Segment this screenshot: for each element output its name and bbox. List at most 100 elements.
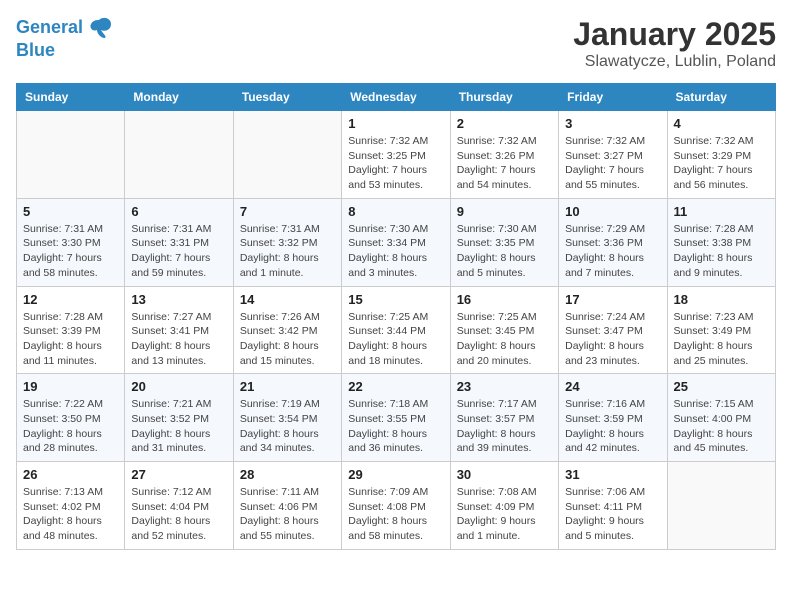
day-info: Sunrise: 7:25 AM Sunset: 3:44 PM Dayligh… (348, 310, 443, 369)
logo: General Blue (16, 16, 113, 62)
calendar-cell: 20 Sunrise: 7:21 AM Sunset: 3:52 PM Dayli… (125, 374, 233, 462)
day-info: Sunrise: 7:26 AM Sunset: 3:42 PM Dayligh… (240, 310, 335, 369)
page-header: General Blue January 2025 Slawatycze, Lu… (16, 16, 776, 71)
day-number: 1 (348, 116, 443, 131)
day-info: Sunrise: 7:31 AM Sunset: 3:31 PM Dayligh… (131, 222, 226, 281)
month-title: January 2025 (573, 16, 776, 53)
day-number: 16 (457, 292, 552, 307)
calendar-cell: 11Sunrise: 7:28 AM Sunset: 3:38 PM Dayli… (667, 198, 775, 286)
calendar-cell: 12Sunrise: 7:28 AM Sunset: 3:39 PM Dayli… (17, 286, 125, 374)
day-info: Sunrise: 7:08 AM Sunset: 4:09 PM Dayligh… (457, 485, 552, 544)
day-info: Sunrise: 7:09 AM Sunset: 4:08 PM Dayligh… (348, 485, 443, 544)
calendar-cell: 18Sunrise: 7:23 AM Sunset: 3:49 PM Dayli… (667, 286, 775, 374)
weekday-header-friday: Friday (559, 84, 667, 111)
day-info: Sunrise: 7:11 AM Sunset: 4:06 PM Dayligh… (240, 485, 335, 544)
calendar-cell: 28 Sunrise: 7:11 AM Sunset: 4:06 PM Dayli… (233, 462, 341, 550)
calendar-cell: 7Sunrise: 7:31 AM Sunset: 3:32 PM Daylig… (233, 198, 341, 286)
weekday-header-saturday: Saturday (667, 84, 775, 111)
day-number: 26 (23, 467, 118, 482)
calendar-cell: 27 Sunrise: 7:12 AM Sunset: 4:04 PM Dayli… (125, 462, 233, 550)
day-info: Sunrise: 7:32 AM Sunset: 3:27 PM Dayligh… (565, 134, 660, 193)
day-number: 20 (131, 379, 226, 394)
calendar-cell: 9 Sunrise: 7:30 AM Sunset: 3:35 PM Daylig… (450, 198, 558, 286)
day-info: Sunrise: 7:29 AM Sunset: 3:36 PM Dayligh… (565, 222, 660, 281)
calendar-cell: 13 Sunrise: 7:27 AM Sunset: 3:41 PM Dayli… (125, 286, 233, 374)
calendar-cell: 17Sunrise: 7:24 AM Sunset: 3:47 PM Dayli… (559, 286, 667, 374)
calendar-cell: 31 Sunrise: 7:06 AM Sunset: 4:11 PM Dayli… (559, 462, 667, 550)
day-number: 19 (23, 379, 118, 394)
day-number: 3 (565, 116, 660, 131)
day-number: 23 (457, 379, 552, 394)
calendar-cell: 5 Sunrise: 7:31 AM Sunset: 3:30 PM Daylig… (17, 198, 125, 286)
calendar-cell: 4 Sunrise: 7:32 AM Sunset: 3:29 PM Daylig… (667, 111, 775, 199)
weekday-header-monday: Monday (125, 84, 233, 111)
calendar-cell: 22 Sunrise: 7:18 AM Sunset: 3:55 PM Dayli… (342, 374, 450, 462)
calendar-cell: 1 Sunrise: 7:32 AM Sunset: 3:25 PM Daylig… (342, 111, 450, 199)
day-info: Sunrise: 7:30 AM Sunset: 3:35 PM Dayligh… (457, 222, 552, 281)
calendar-cell (17, 111, 125, 199)
day-info: Sunrise: 7:13 AM Sunset: 4:02 PM Dayligh… (23, 485, 118, 544)
calendar-table: SundayMondayTuesdayWednesdayThursdayFrid… (16, 83, 776, 550)
weekday-header-tuesday: Tuesday (233, 84, 341, 111)
calendar-cell: 24Sunrise: 7:16 AM Sunset: 3:59 PM Dayli… (559, 374, 667, 462)
calendar-cell: 15 Sunrise: 7:25 AM Sunset: 3:44 PM Dayli… (342, 286, 450, 374)
calendar-week-row: 19Sunrise: 7:22 AM Sunset: 3:50 PM Dayli… (17, 374, 776, 462)
calendar-cell (125, 111, 233, 199)
calendar-cell: 3 Sunrise: 7:32 AM Sunset: 3:27 PM Daylig… (559, 111, 667, 199)
calendar-cell: 10 Sunrise: 7:29 AM Sunset: 3:36 PM Dayli… (559, 198, 667, 286)
calendar-body: 1 Sunrise: 7:32 AM Sunset: 3:25 PM Daylig… (17, 111, 776, 550)
day-number: 31 (565, 467, 660, 482)
calendar-cell (667, 462, 775, 550)
day-info: Sunrise: 7:32 AM Sunset: 3:25 PM Dayligh… (348, 134, 443, 193)
day-number: 10 (565, 204, 660, 219)
calendar-cell: 8 Sunrise: 7:30 AM Sunset: 3:34 PM Daylig… (342, 198, 450, 286)
day-number: 21 (240, 379, 335, 394)
day-info: Sunrise: 7:06 AM Sunset: 4:11 PM Dayligh… (565, 485, 660, 544)
day-number: 27 (131, 467, 226, 482)
day-info: Sunrise: 7:15 AM Sunset: 4:00 PM Dayligh… (674, 397, 769, 456)
weekday-header-wednesday: Wednesday (342, 84, 450, 111)
day-info: Sunrise: 7:28 AM Sunset: 3:39 PM Dayligh… (23, 310, 118, 369)
day-info: Sunrise: 7:17 AM Sunset: 3:57 PM Dayligh… (457, 397, 552, 456)
day-number: 15 (348, 292, 443, 307)
day-number: 5 (23, 204, 118, 219)
calendar-week-row: 26 Sunrise: 7:13 AM Sunset: 4:02 PM Dayli… (17, 462, 776, 550)
day-info: Sunrise: 7:25 AM Sunset: 3:45 PM Dayligh… (457, 310, 552, 369)
day-number: 2 (457, 116, 552, 131)
day-info: Sunrise: 7:16 AM Sunset: 3:59 PM Dayligh… (565, 397, 660, 456)
day-info: Sunrise: 7:27 AM Sunset: 3:41 PM Dayligh… (131, 310, 226, 369)
day-info: Sunrise: 7:18 AM Sunset: 3:55 PM Dayligh… (348, 397, 443, 456)
calendar-cell: 26 Sunrise: 7:13 AM Sunset: 4:02 PM Dayli… (17, 462, 125, 550)
day-info: Sunrise: 7:12 AM Sunset: 4:04 PM Dayligh… (131, 485, 226, 544)
logo-blue-text: Blue (16, 40, 113, 62)
calendar-cell: 19Sunrise: 7:22 AM Sunset: 3:50 PM Dayli… (17, 374, 125, 462)
calendar-cell: 2Sunrise: 7:32 AM Sunset: 3:26 PM Daylig… (450, 111, 558, 199)
day-number: 28 (240, 467, 335, 482)
calendar-cell: 30Sunrise: 7:08 AM Sunset: 4:09 PM Dayli… (450, 462, 558, 550)
logo-text: General (16, 17, 83, 39)
calendar-cell: 16 Sunrise: 7:25 AM Sunset: 3:45 PM Dayli… (450, 286, 558, 374)
calendar-cell: 14 Sunrise: 7:26 AM Sunset: 3:42 PM Dayli… (233, 286, 341, 374)
calendar-cell: 25Sunrise: 7:15 AM Sunset: 4:00 PM Dayli… (667, 374, 775, 462)
day-number: 29 (348, 467, 443, 482)
day-number: 8 (348, 204, 443, 219)
calendar-cell: 6Sunrise: 7:31 AM Sunset: 3:31 PM Daylig… (125, 198, 233, 286)
day-info: Sunrise: 7:31 AM Sunset: 3:32 PM Dayligh… (240, 222, 335, 281)
day-info: Sunrise: 7:31 AM Sunset: 3:30 PM Dayligh… (23, 222, 118, 281)
day-number: 4 (674, 116, 769, 131)
calendar-week-row: 5 Sunrise: 7:31 AM Sunset: 3:30 PM Daylig… (17, 198, 776, 286)
calendar-cell: 23 Sunrise: 7:17 AM Sunset: 3:57 PM Dayli… (450, 374, 558, 462)
day-number: 22 (348, 379, 443, 394)
day-info: Sunrise: 7:21 AM Sunset: 3:52 PM Dayligh… (131, 397, 226, 456)
day-info: Sunrise: 7:24 AM Sunset: 3:47 PM Dayligh… (565, 310, 660, 369)
day-info: Sunrise: 7:30 AM Sunset: 3:34 PM Dayligh… (348, 222, 443, 281)
day-number: 9 (457, 204, 552, 219)
logo-bird-icon (85, 16, 113, 40)
day-number: 13 (131, 292, 226, 307)
day-info: Sunrise: 7:32 AM Sunset: 3:29 PM Dayligh… (674, 134, 769, 193)
day-number: 14 (240, 292, 335, 307)
day-number: 18 (674, 292, 769, 307)
calendar-cell: 29 Sunrise: 7:09 AM Sunset: 4:08 PM Dayli… (342, 462, 450, 550)
calendar-cell (233, 111, 341, 199)
calendar-cell: 21Sunrise: 7:19 AM Sunset: 3:54 PM Dayli… (233, 374, 341, 462)
